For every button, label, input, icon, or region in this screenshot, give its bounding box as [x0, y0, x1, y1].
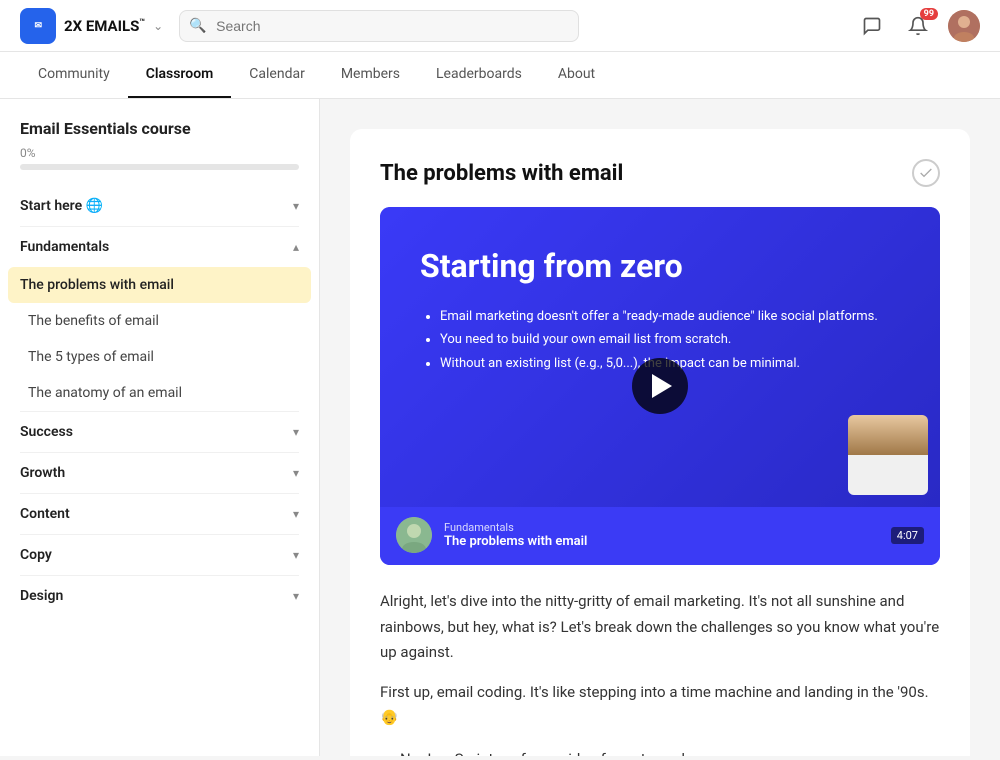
lesson-problems[interactable]: The problems with email — [8, 267, 311, 303]
main-layout: Email Essentials course 0% Start here 🌐 … — [0, 99, 1000, 756]
video-inner: Starting from zero Email marketing doesn… — [380, 207, 940, 565]
play-button[interactable] — [632, 358, 688, 414]
section-copy-title: Copy — [20, 547, 52, 563]
body-intro: Alright, let's dive into the nitty-gritt… — [380, 589, 940, 666]
notifications-button[interactable]: 99 — [902, 10, 934, 42]
nav-leaderboards[interactable]: Leaderboards — [418, 52, 540, 98]
progress-percent: 0% — [20, 146, 299, 160]
topbar: ✉ 2X EMAILS™ ⌄ 🔍 99 — [0, 0, 1000, 52]
video-thumbnail — [848, 415, 928, 495]
video-duration: 4:07 — [891, 527, 924, 544]
meta-avatar — [396, 517, 432, 553]
search-input[interactable] — [179, 10, 579, 42]
lesson-anatomy[interactable]: The anatomy of an email — [0, 375, 319, 411]
progress-bar — [20, 164, 299, 170]
section-growth[interactable]: Growth ▾ — [0, 453, 319, 493]
body-bullet-1: No JavaScript, no fancy video formats, n… — [400, 745, 940, 757]
meta-lesson: The problems with email — [444, 534, 587, 549]
nav-members[interactable]: Members — [323, 52, 418, 98]
nav-about[interactable]: About — [540, 52, 613, 98]
section-growth-title: Growth — [20, 465, 65, 481]
section-start-title: Start here 🌐 — [20, 198, 103, 214]
search-icon: 🔍 — [189, 18, 206, 34]
app-name: 2X EMAILS™ — [64, 17, 145, 35]
search-wrap: 🔍 — [179, 10, 579, 42]
notification-badge: 99 — [920, 8, 938, 20]
section-success-chevron: ▾ — [293, 425, 299, 439]
section-design-title: Design — [20, 588, 63, 604]
topbar-right: 99 — [856, 10, 980, 42]
lesson-title: The problems with email — [380, 161, 623, 186]
sidebar: Email Essentials course 0% Start here 🌐 … — [0, 99, 320, 756]
section-content-chevron: ▾ — [293, 507, 299, 521]
lesson-title-row: The problems with email — [380, 159, 940, 187]
video-bg: Starting from zero Email marketing doesn… — [380, 207, 940, 507]
section-design-chevron: ▾ — [293, 589, 299, 603]
content-area: The problems with email Starting from ze… — [320, 99, 1000, 756]
section-fundamentals[interactable]: Fundamentals ▴ — [0, 227, 319, 267]
progress-wrap: 0% — [0, 146, 319, 186]
section-fundamentals-title: Fundamentals — [20, 239, 109, 255]
video-container[interactable]: Starting from zero Email marketing doesn… — [380, 207, 940, 565]
main-nav: Community Classroom Calendar Members Lea… — [0, 52, 1000, 99]
avatar[interactable] — [948, 10, 980, 42]
bullet-1: Email marketing doesn't offer a "ready-m… — [440, 305, 900, 328]
bullet-2: You need to build your own email list fr… — [440, 328, 900, 351]
play-icon — [652, 374, 672, 398]
section-copy-chevron: ▾ — [293, 548, 299, 562]
content-card: The problems with email Starting from ze… — [350, 129, 970, 756]
section-copy[interactable]: Copy ▾ — [0, 535, 319, 575]
logo-wrap[interactable]: ✉ 2X EMAILS™ ⌄ — [20, 8, 163, 44]
lesson-types[interactable]: The 5 types of email — [0, 339, 319, 375]
body-bullets: No JavaScript, no fancy video formats, n… — [400, 745, 940, 757]
video-slide-title: Starting from zero — [420, 247, 900, 285]
section-design[interactable]: Design ▾ — [0, 576, 319, 616]
nav-community[interactable]: Community — [20, 52, 128, 98]
course-title: Email Essentials course — [0, 99, 319, 146]
meta-section: Fundamentals — [444, 521, 587, 534]
section-content-title: Content — [20, 506, 70, 522]
messages-button[interactable] — [856, 10, 888, 42]
logo-icon: ✉ — [20, 8, 56, 44]
body-para2: First up, email coding. It's like steppi… — [380, 680, 940, 731]
lesson-benefits[interactable]: The benefits of email — [0, 303, 319, 339]
section-success[interactable]: Success ▾ — [0, 412, 319, 452]
section-start[interactable]: Start here 🌐 ▾ — [0, 186, 319, 226]
fundamentals-items: The problems with email The benefits of … — [0, 267, 319, 411]
complete-check[interactable] — [912, 159, 940, 187]
thumbnail-face — [848, 415, 928, 495]
video-meta: Fundamentals The problems with email 4:0… — [380, 507, 940, 565]
section-growth-chevron: ▾ — [293, 466, 299, 480]
nav-classroom[interactable]: Classroom — [128, 52, 232, 98]
section-success-title: Success — [20, 424, 73, 440]
app-switcher-chevron[interactable]: ⌄ — [153, 19, 163, 33]
meta-info: Fundamentals The problems with email — [444, 521, 587, 549]
section-start-chevron: ▾ — [293, 199, 299, 213]
section-content[interactable]: Content ▾ — [0, 494, 319, 534]
nav-calendar[interactable]: Calendar — [231, 52, 323, 98]
section-fundamentals-chevron: ▴ — [293, 240, 299, 254]
